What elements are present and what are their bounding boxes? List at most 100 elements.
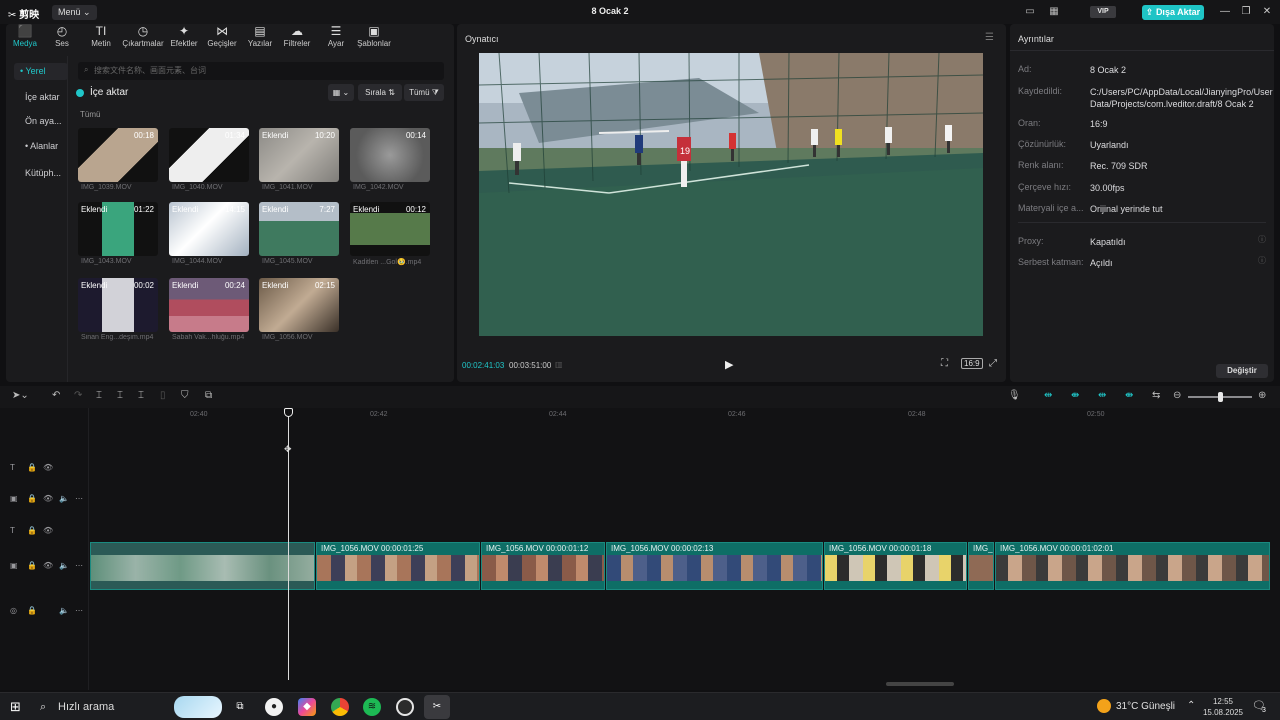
windows-start-icon[interactable]: ⊞	[10, 699, 21, 715]
more-icon[interactable]: ⋯	[75, 561, 83, 570]
lock-icon[interactable]: 🔒	[27, 463, 37, 472]
change-button[interactable]: Değiştir	[1216, 364, 1268, 378]
obs-icon[interactable]	[396, 698, 414, 716]
fit-timeline-icon[interactable]: ⇆	[1152, 390, 1160, 401]
timeline-clip[interactable]	[90, 542, 315, 590]
play-icon[interactable]: ▶	[725, 358, 733, 371]
info-icon[interactable]: ⓘ	[1258, 255, 1266, 266]
sort-button[interactable]: Sırala ⇅	[358, 84, 402, 101]
eye-icon[interactable]: 👁	[43, 463, 53, 472]
expand-icon[interactable]: ⤢	[989, 358, 997, 369]
microphone-icon[interactable]: 🎙	[1008, 390, 1021, 401]
marker-icon[interactable]: ⛉	[181, 390, 189, 401]
more-icon[interactable]: ⋯	[75, 494, 83, 503]
select-cursor-icon[interactable]: ➤⌄	[12, 390, 29, 401]
fullscreen-crop-icon[interactable]: ⛶	[941, 358, 948, 369]
export-button[interactable]: ⇪ Dışa Aktar	[1142, 5, 1204, 20]
import-label[interactable]: İçe aktar	[90, 87, 128, 98]
sidebar-item-import[interactable]: İçe aktar	[14, 89, 68, 106]
sidebar-item-presets[interactable]: Ön aya...	[14, 113, 68, 130]
media-thumbnail[interactable]: Eklendi 01:22	[78, 202, 158, 256]
chrome-icon[interactable]	[331, 698, 349, 716]
zoom-in-icon[interactable]: ⊕	[1258, 390, 1266, 401]
minimize-button[interactable]: —	[1217, 5, 1233, 19]
search-highlight-image[interactable]	[174, 696, 222, 718]
eye-icon[interactable]: 👁	[43, 526, 53, 535]
media-thumbnail[interactable]: 00:18	[78, 128, 158, 182]
zoom-out-icon[interactable]: ⊖	[1173, 390, 1181, 401]
tab-effects[interactable]: ✦ Efektler	[168, 24, 200, 52]
lock-icon[interactable]: 🔒	[27, 494, 37, 503]
filter-button[interactable]: Tümü ⧩	[404, 84, 444, 101]
import-icon[interactable]	[76, 89, 84, 97]
preview-axis-icon[interactable]: ⇼	[1125, 390, 1133, 401]
chevron-up-icon[interactable]: ⌃	[1187, 700, 1195, 711]
tab-transitions[interactable]: ⋈ Geçişler	[206, 24, 238, 52]
zoom-slider-handle[interactable]	[1218, 392, 1223, 402]
media-thumbnail[interactable]: Eklendi 00:02	[78, 278, 158, 332]
lock-icon[interactable]: 🔒	[27, 606, 37, 615]
app-icon[interactable]: ●	[265, 698, 283, 716]
tab-media[interactable]: ⬛ Medya	[10, 24, 40, 52]
playhead-handle[interactable]	[284, 408, 293, 417]
sidebar-item-local[interactable]: • Yerel	[14, 63, 68, 80]
eye-icon[interactable]: 👁	[43, 494, 53, 503]
media-thumbnail[interactable]: Eklendi 02:15	[259, 278, 339, 332]
maximize-button[interactable]: ❐	[1238, 5, 1254, 19]
copilot-icon[interactable]: ◆	[298, 698, 316, 716]
speaker-icon[interactable]: 🔈	[59, 561, 69, 570]
media-thumbnail[interactable]: Eklendi 00:24	[169, 278, 249, 332]
speaker-icon[interactable]: 🔈	[59, 494, 69, 503]
spotify-icon[interactable]: ≋	[363, 698, 381, 716]
lock-icon[interactable]: 🔒	[27, 561, 37, 570]
tab-text[interactable]: TI Metin	[86, 24, 116, 52]
media-thumbnail[interactable]: Eklendi 7:27	[259, 202, 339, 256]
close-button[interactable]: ✕	[1259, 5, 1275, 19]
eye-icon[interactable]: 👁	[43, 561, 53, 570]
timeline-clip[interactable]: IMG_1056.MOV 00:00:01:25	[316, 542, 480, 590]
clock[interactable]: 12:55 15.08.2025	[1202, 696, 1244, 718]
timeline-scrollbar[interactable]	[886, 682, 954, 686]
timeline-clip[interactable]: IMG_1056.MOV 00:00:02:13	[606, 542, 823, 590]
detail-value[interactable]: Açıldı	[1090, 257, 1270, 269]
player-menu-icon[interactable]: ☰	[985, 32, 994, 43]
menu-button[interactable]: Menü ⌄	[52, 5, 97, 20]
sidebar-item-spaces[interactable]: • Alanlar	[14, 138, 68, 155]
tab-templates[interactable]: ▣ Şablonlar	[356, 24, 392, 52]
linkage-icon[interactable]: ⇹	[1098, 390, 1106, 401]
link-main-track-icon[interactable]: ⇹	[1044, 390, 1052, 401]
timeline-clip[interactable]: IMG_1056.MOV 00:00:01:02:01	[995, 542, 1270, 590]
monitor-icon[interactable]: ▭	[1022, 4, 1038, 20]
delete-icon[interactable]: ▯	[160, 390, 166, 401]
video-preview[interactable]: 19	[479, 53, 983, 336]
snap-icon[interactable]: ⇼	[1071, 390, 1079, 401]
sidebar-item-library[interactable]: Kütüph...	[14, 165, 68, 182]
task-view-icon[interactable]: ⧉	[231, 698, 249, 716]
timeline-clip[interactable]: IMG_1056.MOV 00:00:01:18	[824, 542, 967, 590]
view-toggle-button[interactable]: ▦ ⌄	[328, 84, 354, 101]
tab-filters[interactable]: ☁ Filtreler	[282, 24, 312, 52]
capcut-icon[interactable]: ✂	[424, 695, 450, 719]
tab-adjust[interactable]: ☰ Ayar	[324, 24, 348, 52]
timeline-clip[interactable]: IMG_1056.MOV 00:00:01:12	[481, 542, 605, 590]
split-left-icon[interactable]: ⌶	[117, 390, 123, 401]
tab-captions[interactable]: ▤ Yazılar	[246, 24, 274, 52]
info-icon[interactable]: ⓘ	[1258, 234, 1266, 245]
split-icon[interactable]: ⌶	[96, 390, 102, 401]
timeline-clip[interactable]: IMG_1(	[968, 542, 994, 590]
vip-badge[interactable]: VIP	[1090, 6, 1116, 18]
lock-icon[interactable]: 🔒	[27, 526, 37, 535]
weather-text[interactable]: 31°C Güneşli	[1116, 701, 1175, 712]
undo-icon[interactable]: ↶	[52, 390, 60, 401]
redo-icon[interactable]: ↷	[74, 390, 82, 401]
media-thumbnail[interactable]: Eklendi 00:12	[350, 202, 430, 256]
detail-value[interactable]: Kapatıldı	[1090, 236, 1270, 248]
media-thumbnail[interactable]: Eklendi 14:15	[169, 202, 249, 256]
tab-stickers[interactable]: ◷ Çıkartmalar	[120, 24, 166, 52]
speaker-icon[interactable]: 🔈	[59, 606, 69, 615]
media-thumbnail[interactable]: 00:14	[350, 128, 430, 182]
tab-audio[interactable]: ◴ Ses	[48, 24, 76, 52]
media-thumbnail[interactable]: Eklendi 10:20	[259, 128, 339, 182]
media-thumbnail[interactable]: 01:34	[169, 128, 249, 182]
layout-icon[interactable]: ▦	[1046, 4, 1062, 20]
